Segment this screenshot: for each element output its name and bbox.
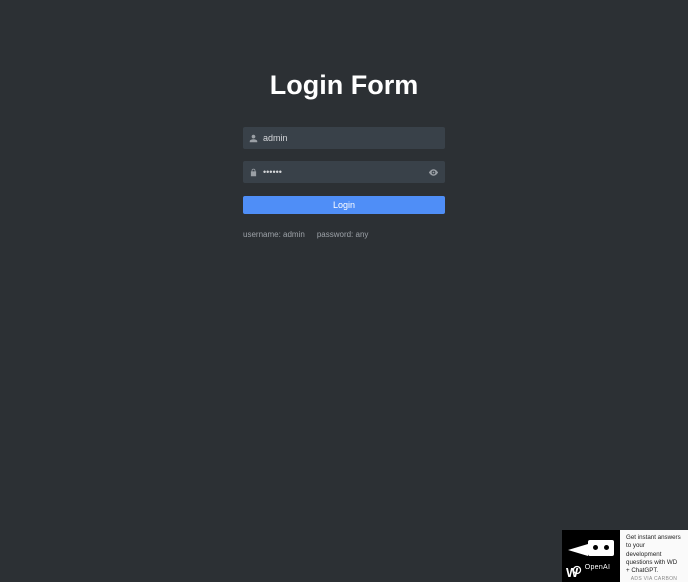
username-input[interactable] bbox=[263, 127, 445, 149]
password-field-wrap bbox=[243, 161, 445, 183]
hint-username: username: admin bbox=[243, 230, 305, 239]
password-input[interactable] bbox=[263, 161, 445, 183]
username-field-wrap bbox=[243, 127, 445, 149]
ad-copy: Get instant answers to your development … bbox=[626, 534, 682, 576]
hint-password: password: any bbox=[317, 230, 369, 239]
ad-image: OpenAI W bbox=[562, 530, 620, 582]
credential-hints: username: admin password: any bbox=[243, 230, 445, 239]
user-icon bbox=[243, 127, 263, 149]
chatbot-icon bbox=[568, 540, 614, 560]
page-title: Login Form bbox=[0, 70, 688, 101]
ad-credit: ADS VIA CARBON bbox=[626, 576, 682, 582]
show-password-icon[interactable] bbox=[428, 161, 439, 183]
w-logo-icon: W bbox=[566, 565, 576, 580]
carbon-ad[interactable]: OpenAI W Get instant answers to your dev… bbox=[562, 530, 688, 582]
lock-icon bbox=[243, 161, 263, 183]
ad-brand: OpenAI bbox=[585, 564, 611, 571]
login-button[interactable]: Login bbox=[243, 196, 445, 214]
login-form: Login bbox=[243, 127, 445, 214]
